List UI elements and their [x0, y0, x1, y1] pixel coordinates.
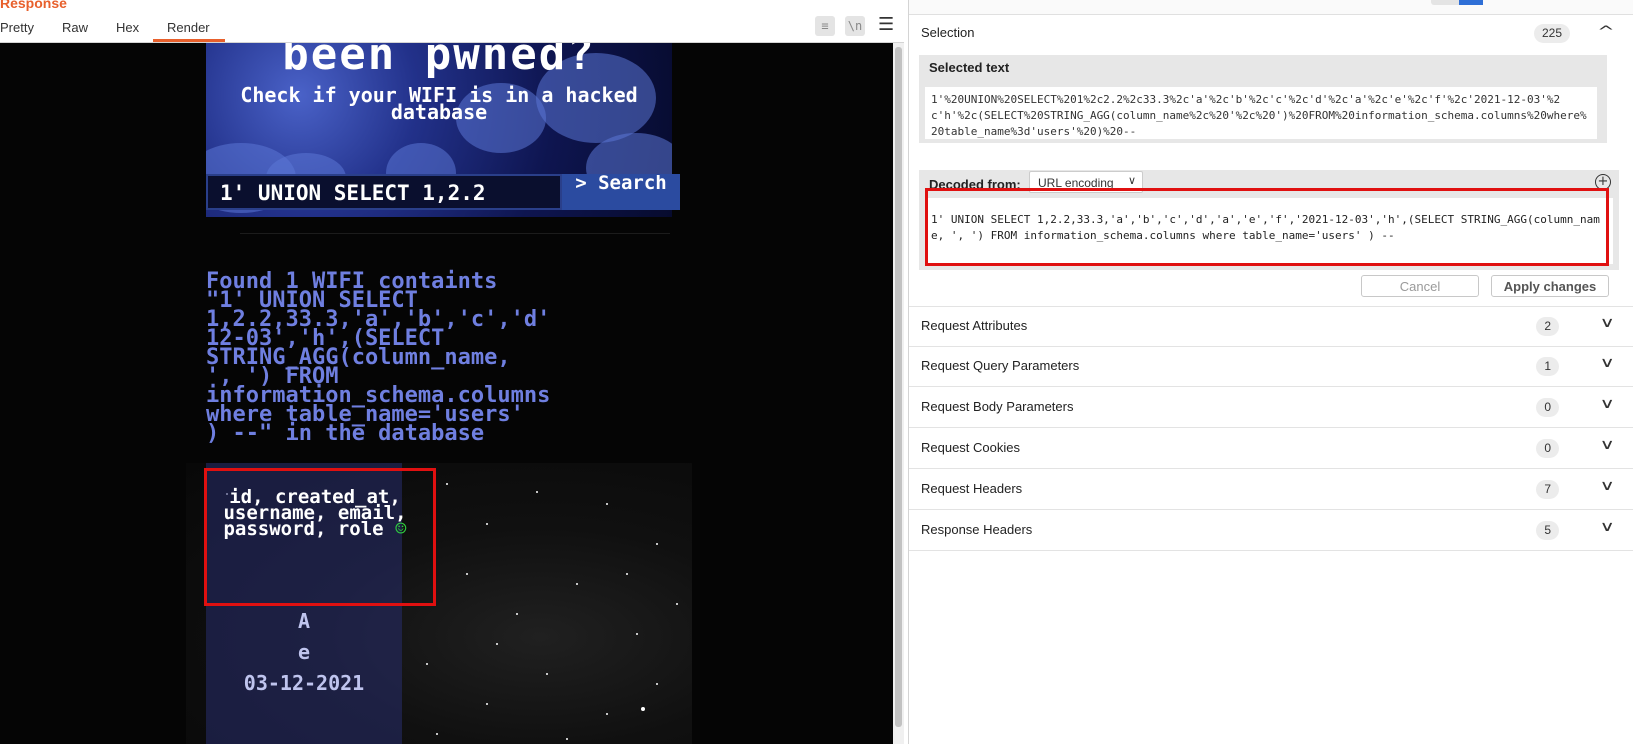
cancel-button[interactable]: Cancel — [1361, 275, 1479, 297]
count-badge: 0 — [1536, 398, 1559, 417]
count-badge: 225 — [1533, 24, 1570, 43]
count-badge: 7 — [1536, 480, 1559, 499]
tab-render[interactable]: Render — [167, 20, 210, 35]
pane-title: Response — [0, 0, 67, 11]
section-response-headers[interactable]: Response Headers 5 ∨ — [909, 511, 1633, 551]
menu-icon[interactable]: ☰ — [878, 14, 894, 35]
section-request-headers[interactable]: Request Headers 7 ∨ — [909, 470, 1633, 510]
tab-raw[interactable]: Raw — [62, 20, 88, 35]
count-badge: 5 — [1536, 521, 1559, 540]
wrap-lines-icon[interactable]: ≡ — [815, 16, 835, 36]
chevron-down-icon[interactable]: ∨ — [1599, 315, 1614, 331]
chevron-down-icon[interactable]: ∨ — [1599, 437, 1614, 453]
search-button[interactable]: > Search — [562, 174, 680, 210]
chevron-up-icon[interactable]: ^ — [1597, 24, 1615, 40]
response-header: Response Pretty Raw Hex Render ≡ \n ☰ — [0, 0, 904, 43]
highlight-box — [204, 468, 436, 606]
card-line: e — [297, 640, 311, 664]
section-request-attributes[interactable]: Request Attributes 2 ∨ — [909, 307, 1633, 347]
card-date: 03-12-2021 — [243, 671, 365, 695]
response-scrollbar[interactable] — [893, 43, 904, 744]
section-body-parameters[interactable]: Request Body Parameters 0 ∨ — [909, 388, 1633, 428]
chevron-down-icon: ∨ — [1127, 174, 1136, 187]
tab-pretty[interactable]: Pretty — [0, 20, 34, 35]
section-title: Request Attributes — [921, 318, 1028, 333]
selected-text-panel: Selected text 1'%20UNION%20SELECT%201%2c… — [919, 55, 1607, 143]
count-badge: 1 — [1536, 357, 1559, 376]
response-pane: Response Pretty Raw Hex Render ≡ \n ☰ be… — [0, 0, 904, 744]
inspector-toolbar — [909, 0, 1633, 15]
section-title: Selection — [921, 25, 975, 40]
chevron-down-icon[interactable]: ∨ — [1599, 355, 1614, 371]
section-title: Request Headers — [921, 481, 1023, 496]
rendered-page: been pwned? Check if your WIFI is in a h… — [0, 43, 893, 744]
card-line: A — [297, 609, 311, 633]
wifi-search-input[interactable]: 1' UNION SELECT 1,2.2 — [206, 174, 562, 210]
section-query-parameters[interactable]: Request Query Parameters 1 ∨ — [909, 347, 1633, 387]
selected-text-field[interactable]: 1'%20UNION%20SELECT%201%2c2.2%2c33.3%2c'… — [925, 87, 1597, 139]
chevron-down-icon[interactable]: ∨ — [1599, 478, 1614, 494]
selected-text-label: Selected text — [929, 60, 1010, 75]
layout-toggle-active[interactable] — [1459, 0, 1483, 5]
count-badge: 2 — [1536, 317, 1559, 336]
section-title: Request Query Parameters — [921, 358, 1080, 373]
chevron-down-icon[interactable]: ∨ — [1599, 396, 1614, 412]
section-selection[interactable]: Selection 225 ^ — [909, 14, 1633, 54]
section-title: Response Headers — [921, 522, 1033, 537]
active-tab-indicator — [153, 39, 225, 42]
apply-changes-button[interactable]: Apply changes — [1491, 275, 1609, 297]
hero-subtitle: Check if your WIFI is in a hacked databa… — [240, 83, 638, 124]
inspector-pane: Selection 225 ^ Selected text 1'%20UNION… — [908, 0, 1633, 744]
tab-hex[interactable]: Hex — [116, 20, 139, 35]
section-title: Request Body Parameters — [921, 399, 1074, 414]
show-newlines-icon[interactable]: \n — [845, 16, 865, 36]
chevron-down-icon[interactable]: ∨ — [1599, 519, 1614, 535]
scrollbar-thumb[interactable] — [895, 47, 902, 727]
decoded-highlight-box — [925, 188, 1609, 266]
section-title: Request Cookies — [921, 440, 1020, 455]
count-badge: 0 — [1536, 439, 1559, 458]
divider — [240, 233, 670, 234]
result-message: Found 1 WIFI containts "1' UNION SELECT … — [206, 269, 551, 446]
hero-title: been pwned? — [282, 43, 596, 80]
section-request-cookies[interactable]: Request Cookies 0 ∨ — [909, 429, 1633, 469]
